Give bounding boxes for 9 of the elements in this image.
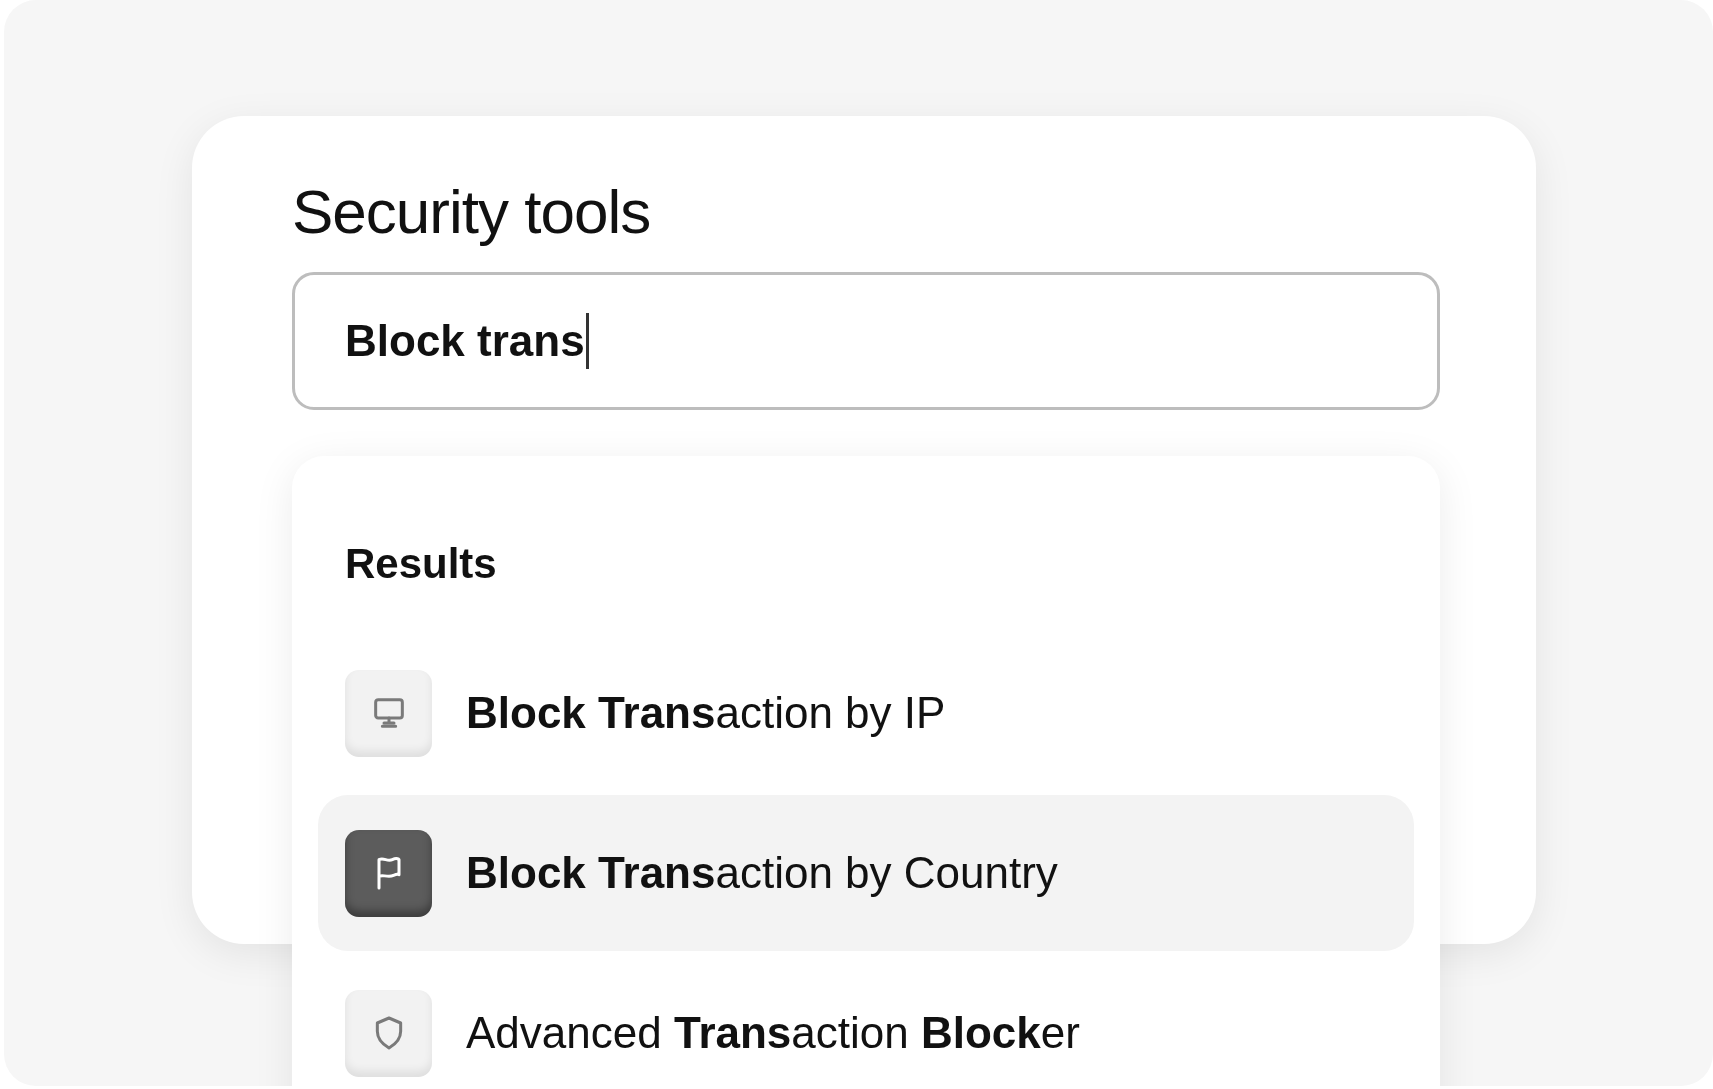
text-cursor [585,313,589,369]
results-heading: Results [345,539,497,589]
search-field[interactable]: Block trans [292,272,1440,410]
card-title: Security tools [292,176,651,248]
result-label: Block Transaction by IP [466,687,946,739]
result-label: Advanced Transaction Blocker [466,1007,1080,1059]
result-item[interactable]: Block Transaction by Country [318,795,1414,951]
result-label: Block Transaction by Country [466,847,1058,899]
search-text: Block trans [345,315,585,367]
